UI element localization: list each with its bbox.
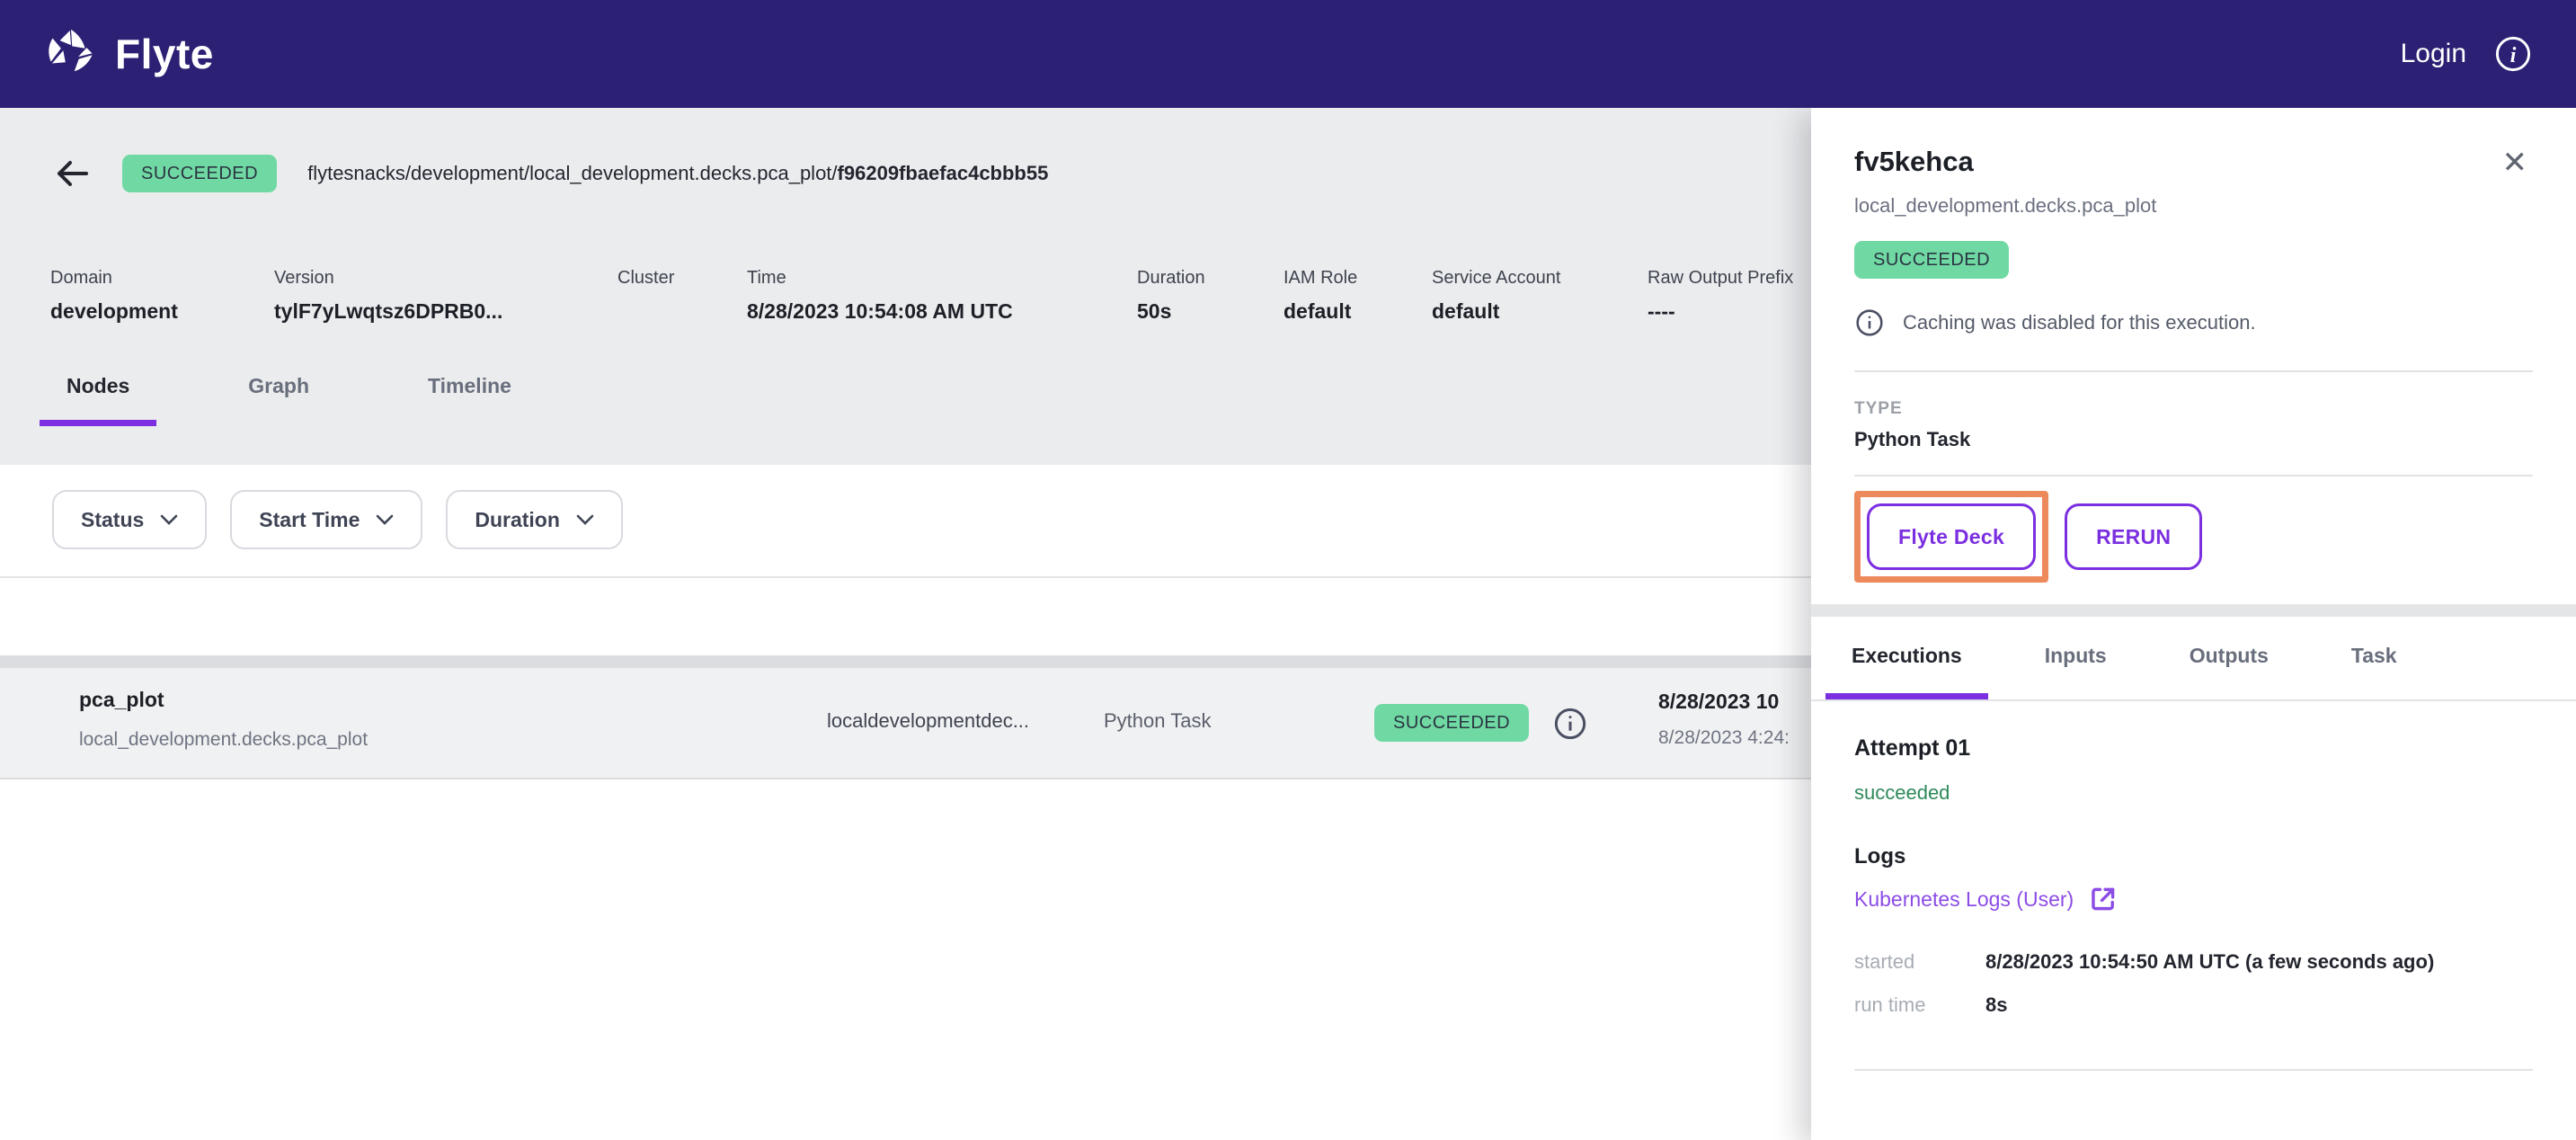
kubernetes-logs-link-text: Kubernetes Logs (User) xyxy=(1854,887,2074,912)
meta-value: 50s xyxy=(1137,299,1284,324)
node-detail-panel: fv5kehca ✕ local_development.decks.pca_p… xyxy=(1811,108,2576,1140)
meta-time: Time 8/28/2023 10:54:08 AM UTC xyxy=(747,268,1137,324)
meta-value: development xyxy=(50,299,274,324)
panel-title: fv5kehca xyxy=(1854,146,1974,178)
meta-iam-role: IAM Role default xyxy=(1284,268,1432,324)
navbar-right: Login i xyxy=(2401,34,2533,74)
node-name: pca_plot xyxy=(79,688,164,712)
info-icon xyxy=(1854,307,1885,338)
close-icon[interactable]: ✕ xyxy=(2497,146,2534,180)
meta-label: Duration xyxy=(1137,268,1284,289)
back-arrow-icon[interactable] xyxy=(52,156,92,191)
meta-cluster: Cluster xyxy=(617,268,747,324)
flyte-home-link[interactable]: Flyte xyxy=(43,26,214,82)
login-button[interactable]: Login xyxy=(2401,39,2466,69)
meta-label: Service Account xyxy=(1432,268,1648,289)
panel-subtitle: local_development.decks.pca_plot xyxy=(1854,194,2533,218)
type-value: Python Task xyxy=(1854,428,2533,451)
node-execution-id: localdevelopmentdec... xyxy=(827,709,1029,733)
node-info-icon[interactable] xyxy=(1552,706,1588,742)
runtime-label: run time xyxy=(1854,993,1985,1017)
tab-nodes[interactable]: Nodes xyxy=(40,374,156,426)
version-info-icon[interactable]: i xyxy=(2493,34,2533,74)
tab-timeline[interactable]: Timeline xyxy=(401,374,538,426)
meta-service-account: Service Account default xyxy=(1432,268,1648,324)
execution-path-prefix: flytesnacks/development/local_developmen… xyxy=(307,162,837,184)
meta-label: Version xyxy=(274,268,617,289)
meta-value: 8/28/2023 10:54:08 AM UTC xyxy=(747,299,1137,324)
node-full-name: local_development.decks.pca_plot xyxy=(79,729,368,751)
runtime-value: 8s xyxy=(1985,993,2007,1017)
panel-divider xyxy=(1854,1069,2533,1071)
panel-divider xyxy=(1854,370,2533,372)
panel-divider-band xyxy=(1811,604,2576,617)
flyte-logo-icon xyxy=(43,26,99,82)
rerun-button[interactable]: RERUN xyxy=(2065,503,2202,570)
meta-label: Domain xyxy=(50,268,274,289)
started-row: started 8/28/2023 10:54:50 AM UTC (a few… xyxy=(1854,950,2533,974)
flyte-console-app: Flyte Login i SUCCEEDED flytesnacks/deve… xyxy=(0,0,2576,1140)
panel-header: fv5kehca ✕ xyxy=(1854,146,2533,180)
meta-value: default xyxy=(1432,299,1648,324)
meta-label: IAM Role xyxy=(1284,268,1432,289)
execution-path[interactable]: flytesnacks/development/local_developmen… xyxy=(307,162,1048,185)
runtime-row: run time 8s xyxy=(1854,993,2533,1017)
start-time-filter-label: Start Time xyxy=(259,508,360,532)
meta-duration: Duration 50s xyxy=(1137,268,1284,324)
execution-status-badge: SUCCEEDED xyxy=(122,155,277,192)
status-filter-button[interactable]: Status xyxy=(52,490,207,549)
meta-version: Version tylF7yLwqtsz6DPRB0... xyxy=(274,268,617,324)
execution-id: f96209fbaefac4cbbb55 xyxy=(838,162,1049,184)
panel-tab-inputs[interactable]: Inputs xyxy=(2019,644,2133,699)
node-status-badge: SUCCEEDED xyxy=(1374,704,1529,742)
status-filter-label: Status xyxy=(81,508,144,532)
caching-note-row: Caching was disabled for this execution. xyxy=(1854,307,2533,338)
flyte-deck-button[interactable]: Flyte Deck xyxy=(1867,503,2036,570)
attempt-status: succeeded xyxy=(1854,781,2533,805)
logs-heading: Logs xyxy=(1854,844,2533,869)
external-link-icon[interactable] xyxy=(2088,884,2119,914)
panel-tab-outputs[interactable]: Outputs xyxy=(2163,644,2295,699)
started-value: 8/28/2023 10:54:50 AM UTC (a few seconds… xyxy=(1985,950,2434,974)
meta-domain: Domain development xyxy=(50,268,274,324)
attempt-section: Attempt 01 succeeded Logs Kubernetes Log… xyxy=(1811,735,2576,1071)
node-task-type: Python Task xyxy=(1104,709,1211,733)
top-navbar: Flyte Login i xyxy=(0,0,2576,108)
node-start-time-utc: 8/28/2023 10 xyxy=(1658,690,1779,714)
panel-tab-executions[interactable]: Executions xyxy=(1825,644,1988,699)
duration-filter-button[interactable]: Duration xyxy=(446,490,623,549)
meta-value: tylF7yLwqtsz6DPRB0... xyxy=(274,299,617,324)
node-start-time-local: 8/28/2023 4:24: xyxy=(1658,727,1790,749)
chevron-down-icon xyxy=(576,514,594,525)
chevron-down-icon xyxy=(160,514,178,525)
meta-label: Time xyxy=(747,268,1137,289)
highlight-annotation-box: Flyte Deck xyxy=(1854,491,2048,583)
caching-note-text: Caching was disabled for this execution. xyxy=(1903,311,2256,334)
start-time-filter-button[interactable]: Start Time xyxy=(230,490,422,549)
meta-value: default xyxy=(1284,299,1432,324)
started-label: started xyxy=(1854,950,1985,974)
panel-status-badge: SUCCEEDED xyxy=(1854,241,2009,279)
panel-tab-task[interactable]: Task xyxy=(2325,644,2423,699)
panel-actions: Flyte Deck RERUN xyxy=(1854,491,2533,583)
panel-tabs: Executions Inputs Outputs Task xyxy=(1811,644,2576,701)
chevron-down-icon xyxy=(376,514,394,525)
svg-text:i: i xyxy=(2510,44,2517,67)
type-label: TYPE xyxy=(1854,399,2533,419)
brand-name: Flyte xyxy=(115,30,214,78)
tab-graph[interactable]: Graph xyxy=(221,374,336,426)
panel-divider xyxy=(1854,475,2533,476)
kubernetes-logs-link[interactable]: Kubernetes Logs (User) xyxy=(1854,884,2119,914)
meta-label: Cluster xyxy=(617,268,747,289)
duration-filter-label: Duration xyxy=(475,508,560,532)
attempt-title: Attempt 01 xyxy=(1854,735,2533,761)
